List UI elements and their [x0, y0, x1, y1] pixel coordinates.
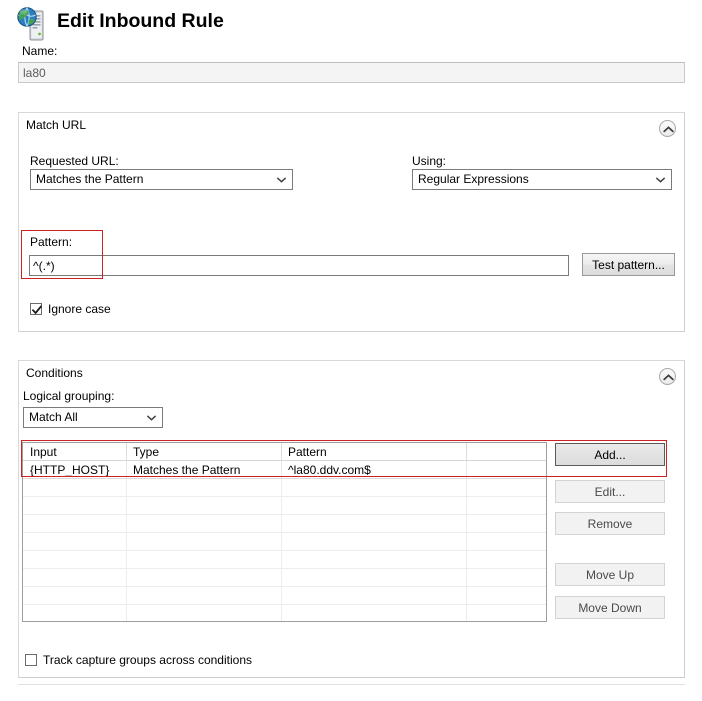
- conditions-group-title: Conditions: [26, 366, 83, 380]
- table-empty-row[interactable]: [23, 533, 546, 551]
- cell-divider: [126, 461, 127, 478]
- add-condition-button[interactable]: Add...: [555, 443, 665, 466]
- table-empty-rows: [23, 479, 546, 621]
- table-empty-row[interactable]: [23, 587, 546, 605]
- globe-server-icon: [16, 6, 50, 42]
- track-capture-groups-label: Track capture groups across conditions: [43, 653, 252, 667]
- table-empty-row[interactable]: [23, 551, 546, 569]
- column-divider: [281, 497, 282, 514]
- using-value: Regular Expressions: [418, 172, 529, 186]
- column-divider: [466, 551, 467, 568]
- column-header-input[interactable]: Input: [30, 445, 57, 459]
- match-url-panel: Match URL Requested URL: Matches the Pat…: [18, 112, 685, 332]
- table-empty-row[interactable]: [23, 605, 546, 621]
- column-divider: [466, 497, 467, 514]
- column-divider: [281, 515, 282, 532]
- match-url-group-title: Match URL: [26, 118, 87, 132]
- column-divider: [466, 569, 467, 586]
- column-divider[interactable]: [281, 443, 282, 460]
- table-header-row: Input Type Pattern: [23, 443, 546, 461]
- column-divider: [466, 533, 467, 550]
- logical-grouping-select[interactable]: Match All: [23, 407, 163, 428]
- table-empty-row[interactable]: [23, 569, 546, 587]
- column-divider: [126, 605, 127, 621]
- column-divider: [281, 551, 282, 568]
- table-row[interactable]: {HTTP_HOST} Matches the Pattern ^la80.dd…: [23, 461, 546, 479]
- chevron-up-icon-match-url[interactable]: [659, 120, 676, 137]
- column-divider: [281, 587, 282, 604]
- cell-divider: [466, 461, 467, 478]
- conditions-table[interactable]: Input Type Pattern {HTTP_HOST} Matches t…: [22, 442, 547, 622]
- remove-condition-button[interactable]: Remove: [555, 512, 665, 535]
- column-header-type[interactable]: Type: [133, 445, 159, 459]
- column-divider: [126, 515, 127, 532]
- chevron-down-icon-using: [653, 170, 667, 189]
- name-label: Name:: [22, 44, 58, 58]
- test-pattern-button[interactable]: Test pattern...: [582, 253, 675, 276]
- column-divider: [281, 605, 282, 621]
- column-divider: [126, 497, 127, 514]
- checkbox-box-track-capture-groups: [25, 654, 37, 666]
- pattern-label: Pattern:: [30, 235, 73, 249]
- column-divider: [126, 569, 127, 586]
- column-divider[interactable]: [466, 443, 467, 460]
- logical-grouping-label: Logical grouping:: [23, 389, 115, 403]
- table-empty-row[interactable]: [23, 497, 546, 515]
- column-divider: [466, 587, 467, 604]
- requested-url-label: Requested URL:: [30, 154, 119, 168]
- chevron-down-icon-requested-url: [274, 170, 288, 189]
- cell-pattern: ^la80.ddv.com$: [288, 463, 371, 477]
- logical-grouping-value: Match All: [29, 410, 78, 424]
- column-divider: [281, 479, 282, 496]
- pattern-input[interactable]: [29, 255, 569, 276]
- column-divider: [126, 551, 127, 568]
- using-select[interactable]: Regular Expressions: [412, 169, 672, 190]
- dialog-header: Edit Inbound Rule: [0, 0, 702, 48]
- requested-url-select[interactable]: Matches the Pattern: [30, 169, 293, 190]
- column-divider: [126, 479, 127, 496]
- name-input[interactable]: [18, 62, 685, 83]
- move-up-button[interactable]: Move Up: [555, 563, 665, 586]
- table-empty-row[interactable]: [23, 515, 546, 533]
- move-down-button[interactable]: Move Down: [555, 596, 665, 619]
- using-label: Using:: [412, 154, 447, 168]
- column-divider: [281, 533, 282, 550]
- edit-condition-button[interactable]: Edit...: [555, 480, 665, 503]
- chevron-up-icon-conditions[interactable]: [659, 368, 676, 385]
- chevron-down-icon-logical-grouping: [144, 408, 158, 427]
- ignore-case-label: Ignore case: [48, 302, 111, 316]
- column-divider: [126, 587, 127, 604]
- column-divider[interactable]: [126, 443, 127, 460]
- column-divider: [126, 533, 127, 550]
- column-divider: [466, 479, 467, 496]
- column-divider: [466, 605, 467, 621]
- column-divider: [466, 515, 467, 532]
- cell-divider: [281, 461, 282, 478]
- page-title: Edit Inbound Rule: [57, 10, 224, 32]
- column-divider: [281, 569, 282, 586]
- bottom-divider: [18, 684, 685, 685]
- column-header-pattern[interactable]: Pattern: [288, 445, 327, 459]
- cell-type: Matches the Pattern: [133, 463, 241, 477]
- cell-input: {HTTP_HOST}: [30, 463, 110, 477]
- requested-url-value: Matches the Pattern: [36, 172, 144, 186]
- checkbox-box-ignore-case: [30, 303, 42, 315]
- table-empty-row[interactable]: [23, 479, 546, 497]
